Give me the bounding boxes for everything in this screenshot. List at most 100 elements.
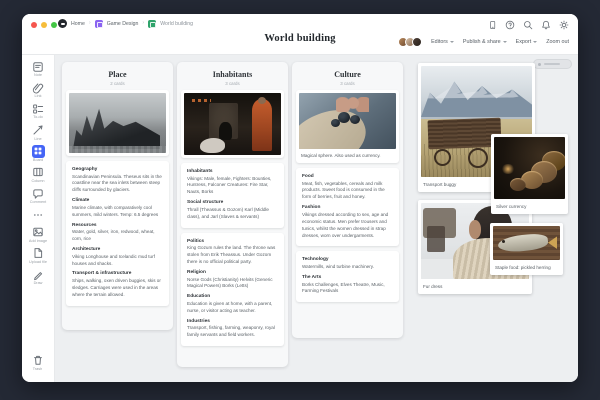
screen: Home › Game Design › World building Worl… [0, 0, 600, 400]
tool-add-image[interactable]: Add image [29, 226, 47, 244]
notifications-icon[interactable] [541, 20, 551, 30]
section-heading: Politics [187, 239, 278, 244]
tool-todo[interactable]: To-do [32, 102, 45, 120]
breadcrumb-home[interactable]: Home [71, 21, 85, 27]
canvas-widget-pill[interactable] [533, 59, 572, 69]
tool-upload-file[interactable]: Upload file [29, 247, 47, 265]
trash-tool[interactable]: Trash [22, 354, 53, 372]
search-icon[interactable] [523, 20, 533, 30]
publish-share-label: Publish & share [463, 39, 501, 45]
section-heading: Resources [72, 223, 163, 228]
dot-icon [538, 63, 541, 66]
image-card-pickled-herring[interactable]: Staple food: pickled herring [490, 223, 563, 275]
section-heading: Inhabitants [187, 169, 278, 174]
section-heading: Social structure [187, 200, 278, 205]
help-icon[interactable] [505, 20, 515, 30]
comment-icon [32, 187, 45, 200]
column-header: Culture 3 cards [296, 66, 399, 90]
paperclip-icon [32, 81, 45, 94]
minimize-button[interactable] [41, 22, 47, 28]
section-heading: Technology [302, 257, 393, 262]
image-caption: Fur dress [421, 279, 529, 291]
section-body: Norse Gods (Christianity) Helvits (Gener… [187, 277, 278, 291]
herring-photo [493, 226, 560, 260]
tool-comment[interactable]: Comment [30, 187, 46, 205]
section-body: Education is given at home, with a paren… [187, 301, 278, 315]
board-icon[interactable] [148, 20, 156, 28]
note-icon [32, 60, 45, 73]
column-header: Inhabitants 3 cards [181, 66, 284, 90]
column-title: Culture [296, 70, 399, 79]
column-place[interactable]: Place 2 cards GeographyScandinavian Peni… [62, 62, 173, 330]
column-header: Place 2 cards [66, 66, 169, 90]
breadcrumb-project[interactable]: Game Design [107, 21, 139, 27]
tool-column[interactable]: Column [31, 166, 44, 184]
tool-more[interactable] [32, 208, 45, 222]
section-body: King Gozum rules the land. The throne wa… [187, 245, 278, 266]
title-bar: Home › Game Design › World building Worl… [22, 14, 578, 55]
maximize-button[interactable] [51, 22, 57, 28]
section-heading: Architecture [72, 247, 163, 252]
window-controls [31, 22, 57, 28]
column-card-count: 3 cards [181, 81, 284, 86]
column-culture[interactable]: Culture 3 cards Magical sphere. Also use… [292, 62, 403, 338]
tool-note[interactable]: Note [32, 60, 45, 78]
section-heading: Religion [187, 270, 278, 275]
section-body: Thrall (Theassus & Gozom) Karl (Middle c… [187, 207, 278, 221]
image-card[interactable] [181, 90, 284, 158]
section-body: Meat, fish, vegetables, cereals and milk… [302, 181, 393, 202]
section-body: Water, gold, silver, iron, redwood, whea… [72, 229, 163, 243]
board-tool-icon [32, 145, 45, 158]
more-dots-icon [32, 208, 45, 221]
image-card[interactable] [66, 90, 169, 156]
image-card[interactable]: Magical sphere. Also used as currency. [296, 90, 399, 163]
board-canvas[interactable]: Place 2 cards GeographyScandinavian Peni… [55, 55, 578, 382]
column-inhabitants[interactable]: Inhabitants 3 cards InhabitantsVikings: … [177, 62, 288, 367]
breadcrumb-board[interactable]: World building [160, 21, 193, 27]
note-card[interactable]: GeographyScandinavian Peninsula. Theseus… [66, 161, 169, 306]
note-card[interactable]: Technology Watermills, wind turbine machi… [296, 251, 399, 302]
trash-icon [31, 354, 44, 367]
note-card[interactable]: InhabitantsVikings: Male, female, Fighte… [181, 163, 284, 228]
bar-icon [544, 63, 560, 65]
section-body: Watermills, wind turbine machinery. [302, 264, 393, 271]
breadcrumb: Home › Game Design › World building [58, 19, 193, 28]
section-body: Marine climate, with comparatively cool … [72, 205, 163, 219]
villagers-photo [184, 93, 281, 155]
chevron-right-icon: › [89, 21, 91, 27]
note-card[interactable]: FoodMeat, fish, vegetables, cereals and … [296, 168, 399, 246]
close-button[interactable] [31, 22, 37, 28]
pen-icon [32, 268, 45, 281]
caret-down-icon [533, 41, 537, 43]
caret-down-icon [450, 41, 454, 43]
mobile-app-icon[interactable] [488, 20, 497, 30]
image-card-silver-currency[interactable]: Silver currency [491, 134, 568, 214]
project-icon[interactable] [95, 20, 103, 28]
section-body: Ships, walking, oxen driven buggies, ski… [72, 278, 163, 299]
avatar [412, 37, 422, 47]
column-card-count: 2 cards [66, 81, 169, 86]
export-menu[interactable]: Export [516, 39, 538, 45]
editor-avatars[interactable] [398, 37, 422, 47]
note-card[interactable]: PoliticsKing Gozum rules the land. The t… [181, 233, 284, 346]
image-caption: Staple food: pickled herring [493, 260, 560, 272]
todo-icon [32, 102, 45, 115]
column-title: Place [66, 70, 169, 79]
section-heading: The Arts [302, 275, 393, 280]
editors-menu-label: Editors [431, 39, 448, 45]
header-menu-row: Editors Publish & share Export Zoom out [398, 37, 569, 47]
milanote-logo[interactable] [58, 19, 67, 28]
section-heading: Education [187, 294, 278, 299]
column-title: Inhabitants [181, 70, 284, 79]
section-body: Scandinavian Peninsula. Theseus sits in … [72, 174, 163, 195]
glove-spheres-photo [299, 93, 396, 149]
publish-share-menu[interactable]: Publish & share [463, 39, 507, 45]
zoom-out-button[interactable]: Zoom out [546, 39, 569, 45]
tool-board-active[interactable]: Board [32, 145, 45, 163]
tool-line[interactable]: Line [32, 124, 45, 142]
tool-link[interactable]: Link [32, 81, 45, 99]
settings-icon[interactable] [559, 20, 569, 30]
section-body: Viking Longhouse and Icelandic mud turf … [72, 254, 163, 268]
tool-draw[interactable]: Draw [32, 268, 45, 286]
editors-menu[interactable]: Editors [431, 39, 454, 45]
